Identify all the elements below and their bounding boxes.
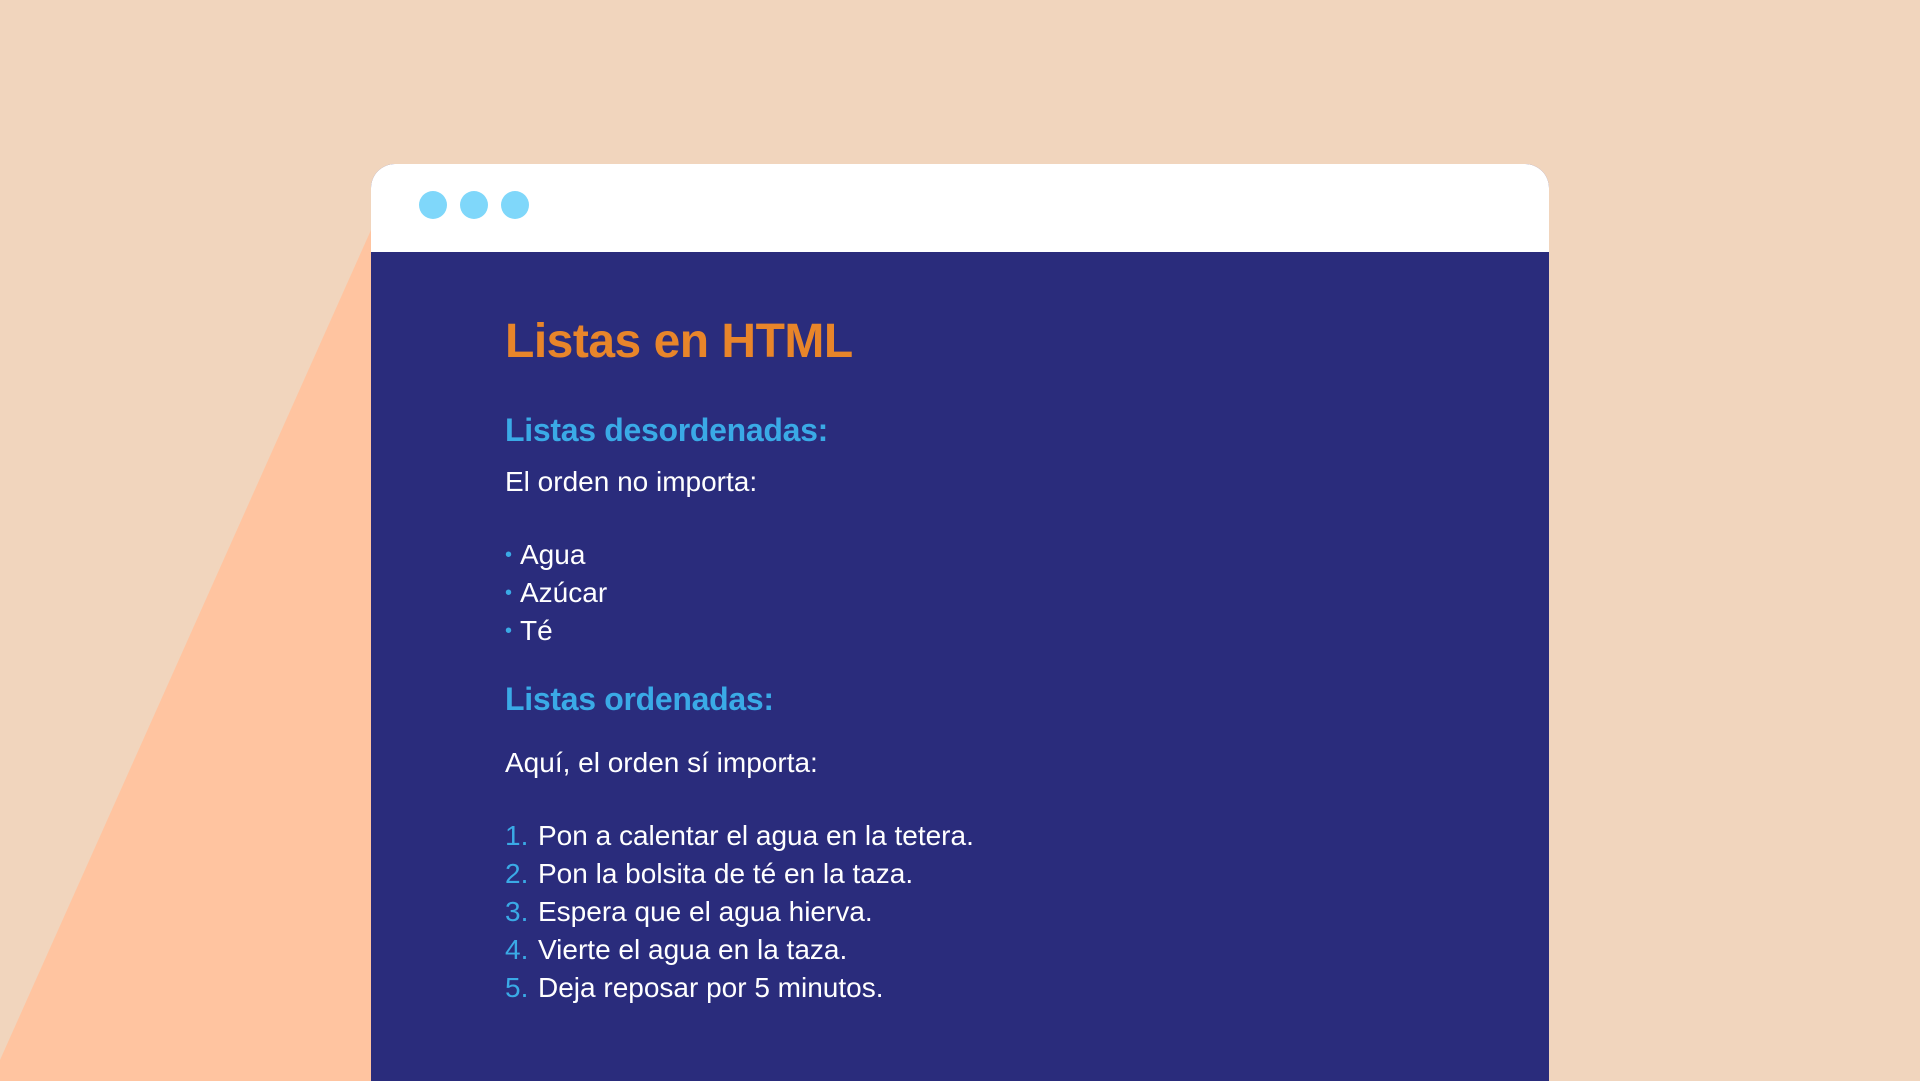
ordered-list: 1. Pon a calentar el agua en la tetera. 2… [505, 817, 974, 1007]
list-number: 3. [505, 896, 529, 927]
list-item-text: Té [520, 615, 553, 646]
list-number: 5. [505, 972, 529, 1003]
window-control-dot[interactable] [501, 191, 529, 219]
ordered-heading: Listas ordenadas: [505, 681, 774, 717]
list-item: • Azúcar [505, 574, 607, 612]
list-item-text: Agua [520, 539, 586, 570]
ordered-intro: Aquí, el orden sí importa: [505, 747, 818, 778]
list-item-text: Azúcar [520, 577, 608, 608]
unordered-heading: Listas desordenadas: [505, 412, 829, 448]
unordered-intro: El orden no importa: [505, 466, 758, 497]
unordered-list: • Agua • Azúcar • Té [505, 536, 607, 650]
list-item: • Agua [505, 536, 607, 574]
list-item: 2. Pon la bolsita de té en la taza. [505, 855, 974, 893]
bullet-icon: • [505, 582, 513, 604]
window-titlebar [371, 164, 1549, 252]
list-item: 1. Pon a calentar el agua en la tetera. [505, 817, 974, 855]
list-item-text: Pon la bolsita de té en la taza. [538, 858, 914, 889]
list-item: 5. Deja reposar por 5 minutos. [505, 969, 974, 1007]
browser-window: Listas en HTML Listas desordenadas: El o… [371, 164, 1549, 1081]
list-item-text: Pon a calentar el agua en la tetera. [538, 820, 974, 851]
list-number: 2. [505, 858, 529, 889]
list-item: 4. Vierte el agua en la taza. [505, 931, 974, 969]
list-item-text: Deja reposar por 5 minutos. [538, 972, 884, 1003]
list-item: 3. Espera que el agua hierva. [505, 893, 974, 931]
page-title: Listas en HTML [505, 315, 853, 368]
list-number: 1. [505, 820, 529, 851]
window-control-dot[interactable] [419, 191, 447, 219]
list-item-text: Vierte el agua en la taza. [538, 934, 848, 965]
list-number: 4. [505, 934, 529, 965]
list-item-text: Espera que el agua hierva. [538, 896, 873, 927]
bullet-icon: • [505, 544, 513, 566]
window-control-dot[interactable] [460, 191, 488, 219]
bullet-icon: • [505, 620, 513, 642]
list-item: • Té [505, 612, 607, 650]
